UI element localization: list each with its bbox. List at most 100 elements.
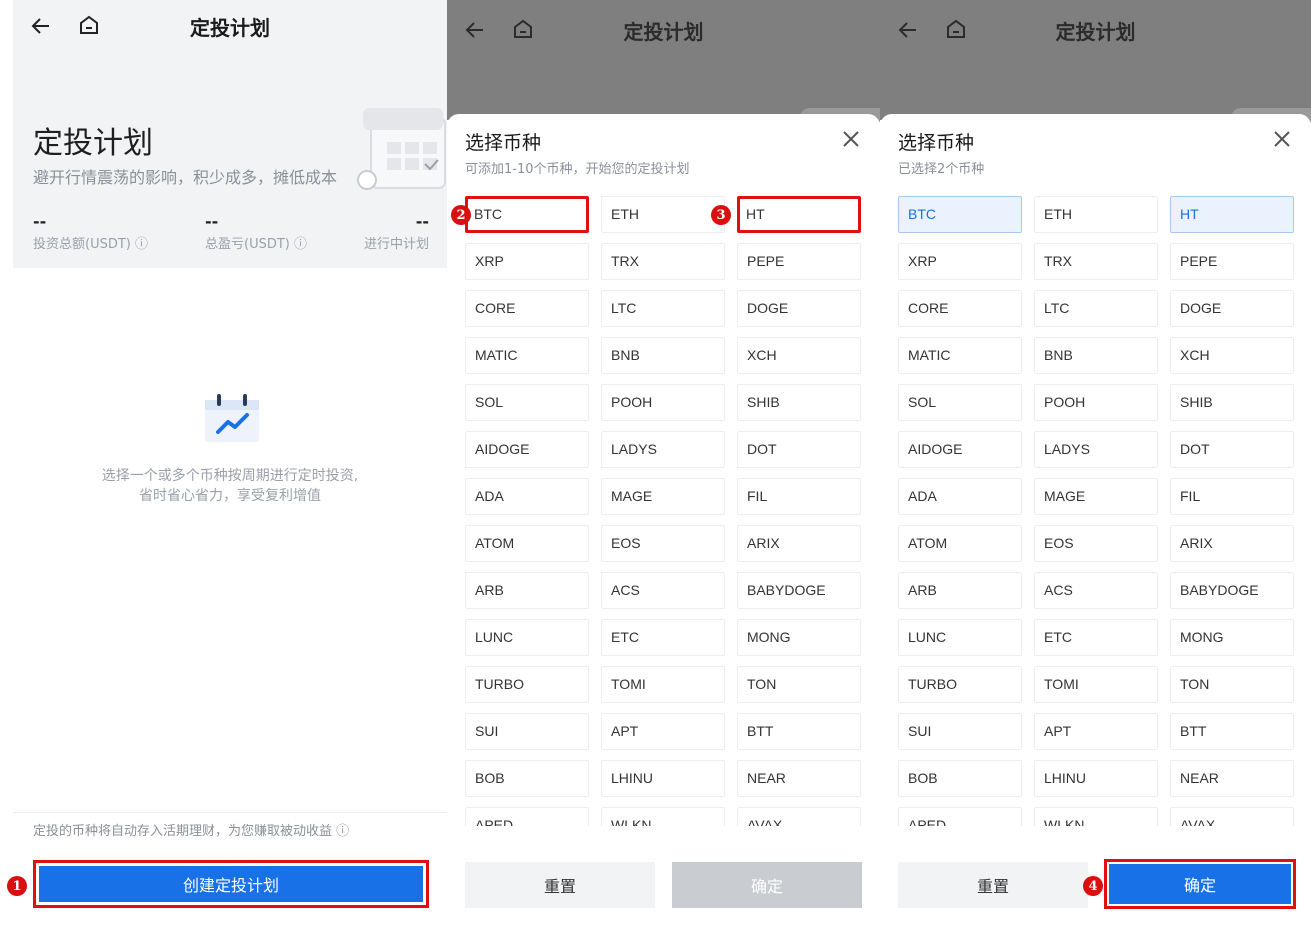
coin-option-btc[interactable]: BTC — [465, 196, 589, 233]
coin-option-xch[interactable]: XCH — [737, 337, 861, 374]
coin-option-tomi[interactable]: TOMI — [601, 666, 725, 703]
coin-option-sui[interactable]: SUI — [898, 713, 1022, 750]
nav-bar: 定投计划 — [13, 0, 447, 56]
close-icon[interactable] — [1273, 130, 1291, 148]
coin-option-fil[interactable]: FIL — [1170, 478, 1294, 515]
coin-option-doge[interactable]: DOGE — [1170, 290, 1294, 327]
confirm-button-disabled[interactable]: 确定 — [672, 862, 862, 908]
coin-option-aped[interactable]: APED — [465, 807, 589, 826]
coin-option-btt[interactable]: BTT — [737, 713, 861, 750]
coin-option-shib[interactable]: SHIB — [1170, 384, 1294, 421]
reset-button[interactable]: 重置 — [465, 862, 655, 908]
coin-option-turbo[interactable]: TURBO — [465, 666, 589, 703]
coin-option-core[interactable]: CORE — [898, 290, 1022, 327]
coin-option-aped[interactable]: APED — [898, 807, 1022, 826]
coin-option-tomi[interactable]: TOMI — [1034, 666, 1158, 703]
coin-option-lhinu[interactable]: LHINU — [601, 760, 725, 797]
coin-option-ht[interactable]: HT — [1170, 196, 1294, 233]
coin-option-atom[interactable]: ATOM — [465, 525, 589, 562]
coin-option-eth[interactable]: ETH — [601, 196, 725, 233]
coin-option-arb[interactable]: ARB — [898, 572, 1022, 609]
create-plan-button[interactable]: 创建定投计划 — [39, 866, 423, 902]
coin-option-mage[interactable]: MAGE — [1034, 478, 1158, 515]
coin-option-bob[interactable]: BOB — [898, 760, 1022, 797]
coin-option-ada[interactable]: ADA — [898, 478, 1022, 515]
confirm-button[interactable]: 确定 — [1109, 864, 1291, 904]
coin-option-acs[interactable]: ACS — [1034, 572, 1158, 609]
coin-option-xrp[interactable]: XRP — [898, 243, 1022, 280]
coin-option-ltc[interactable]: LTC — [601, 290, 725, 327]
coin-option-ton[interactable]: TON — [737, 666, 861, 703]
stat-label-wrap: 总盈亏(USDT) ⓘ — [205, 233, 307, 252]
coin-option-ada[interactable]: ADA — [465, 478, 589, 515]
coin-option-atom[interactable]: ATOM — [898, 525, 1022, 562]
coin-option-ltc[interactable]: LTC — [1034, 290, 1158, 327]
coin-option-pepe[interactable]: PEPE — [1170, 243, 1294, 280]
coin-option-apt[interactable]: APT — [601, 713, 725, 750]
coin-option-aidoge[interactable]: AIDOGE — [898, 431, 1022, 468]
panel-coins-selected: 定投计划 选择币种 已选择2个币种 BTC ETH HT XRP TRX PEPE CORE… — [880, 0, 1311, 928]
coin-option-bnb[interactable]: BNB — [1034, 337, 1158, 374]
coin-option-fil[interactable]: FIL — [737, 478, 861, 515]
coin-option-mong[interactable]: MONG — [737, 619, 861, 656]
coin-option-near[interactable]: NEAR — [1170, 760, 1294, 797]
info-icon[interactable]: ⓘ — [135, 237, 148, 252]
coin-option-trx[interactable]: TRX — [1034, 243, 1158, 280]
coin-option-ladys[interactable]: LADYS — [1034, 431, 1158, 468]
coin-option-avax[interactable]: AVAX — [1170, 807, 1294, 826]
coin-option-apt[interactable]: APT — [1034, 713, 1158, 750]
coin-option-wlkn[interactable]: WLKN — [601, 807, 725, 826]
info-icon[interactable]: ⓘ — [294, 237, 307, 252]
coin-option-turbo[interactable]: TURBO — [898, 666, 1022, 703]
coin-option-etc[interactable]: ETC — [1034, 619, 1158, 656]
coin-option-core[interactable]: CORE — [465, 290, 589, 327]
coin-option-matic[interactable]: MATIC — [465, 337, 589, 374]
coin-option-ladys[interactable]: LADYS — [601, 431, 725, 468]
coin-option-mage[interactable]: MAGE — [601, 478, 725, 515]
coin-option-acs[interactable]: ACS — [601, 572, 725, 609]
coin-option-arix[interactable]: ARIX — [737, 525, 861, 562]
coin-option-arix[interactable]: ARIX — [1170, 525, 1294, 562]
coin-option-pooh[interactable]: POOH — [1034, 384, 1158, 421]
coin-option-shib[interactable]: SHIB — [737, 384, 861, 421]
coin-option-sol[interactable]: SOL — [465, 384, 589, 421]
coin-option-eos[interactable]: EOS — [1034, 525, 1158, 562]
coin-option-eos[interactable]: EOS — [601, 525, 725, 562]
empty-line-2: 省时省心省力，享受复利增值 — [139, 488, 321, 504]
coin-option-sui[interactable]: SUI — [465, 713, 589, 750]
coin-option-etc[interactable]: ETC — [601, 619, 725, 656]
coin-option-ht[interactable]: HT — [737, 196, 861, 233]
coin-option-arb[interactable]: ARB — [465, 572, 589, 609]
coin-option-bob[interactable]: BOB — [465, 760, 589, 797]
coin-option-avax[interactable]: AVAX — [737, 807, 861, 826]
coin-option-trx[interactable]: TRX — [601, 243, 725, 280]
coin-option-near[interactable]: NEAR — [737, 760, 861, 797]
coin-option-xch[interactable]: XCH — [1170, 337, 1294, 374]
coin-option-pepe[interactable]: PEPE — [737, 243, 861, 280]
coin-option-matic[interactable]: MATIC — [898, 337, 1022, 374]
coin-option-ton[interactable]: TON — [1170, 666, 1294, 703]
coin-option-dot[interactable]: DOT — [737, 431, 861, 468]
coin-option-pooh[interactable]: POOH — [601, 384, 725, 421]
coin-option-xrp[interactable]: XRP — [465, 243, 589, 280]
coin-option-lunc[interactable]: LUNC — [898, 619, 1022, 656]
coin-option-lunc[interactable]: LUNC — [465, 619, 589, 656]
coin-option-bnb[interactable]: BNB — [601, 337, 725, 374]
coin-option-eth[interactable]: ETH — [1034, 196, 1158, 233]
coin-option-babydoge[interactable]: BABYDOGE — [737, 572, 861, 609]
reset-button[interactable]: 重置 — [898, 862, 1088, 908]
coin-option-doge[interactable]: DOGE — [737, 290, 861, 327]
coin-option-wlkn[interactable]: WLKN — [1034, 807, 1158, 826]
step-badge-3: 3 — [711, 205, 731, 225]
close-icon[interactable] — [842, 130, 860, 148]
coin-option-babydoge[interactable]: BABYDOGE — [1170, 572, 1294, 609]
coin-option-aidoge[interactable]: AIDOGE — [465, 431, 589, 468]
coin-option-btt[interactable]: BTT — [1170, 713, 1294, 750]
coin-option-lhinu[interactable]: LHINU — [1034, 760, 1158, 797]
coin-option-mong[interactable]: MONG — [1170, 619, 1294, 656]
coin-select-sheet: 选择币种 可添加1-10个币种，开始您的定投计划 BTC ETH HT XRP TRX P… — [447, 114, 880, 928]
create-plan-highlight: 创建定投计划 — [33, 860, 429, 908]
coin-option-sol[interactable]: SOL — [898, 384, 1022, 421]
coin-option-dot[interactable]: DOT — [1170, 431, 1294, 468]
coin-option-btc[interactable]: BTC — [898, 196, 1022, 233]
